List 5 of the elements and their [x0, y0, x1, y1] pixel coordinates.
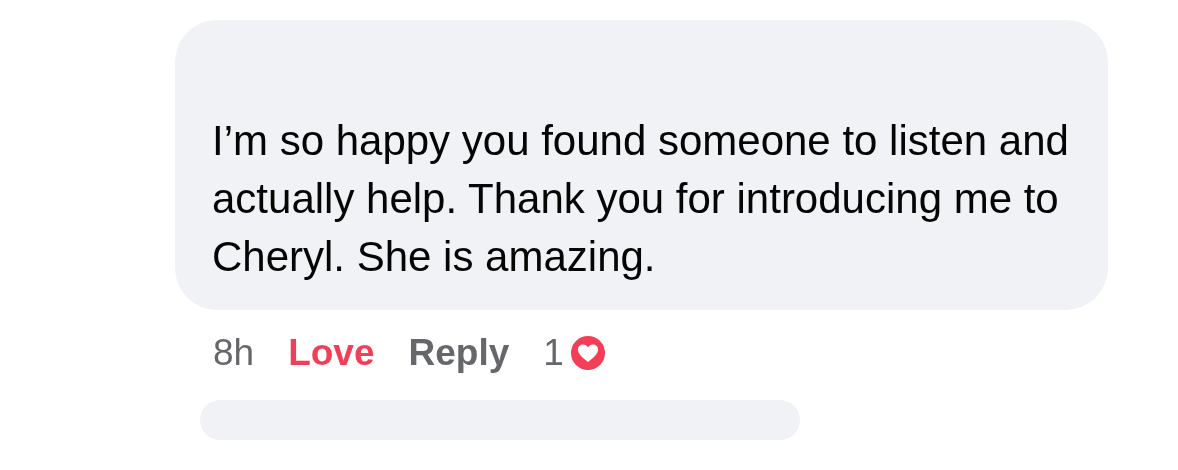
comment-text: I’m so happy you found someone to listen and actually help. Thank you for introducing me to Cheryl. She is amazing. — [212, 116, 1070, 282]
reaction-count: 1 — [543, 332, 564, 374]
reply-link[interactable]: Reply — [408, 332, 510, 374]
comment-time: 8h — [213, 332, 255, 374]
react-link[interactable]: Love — [288, 332, 375, 374]
